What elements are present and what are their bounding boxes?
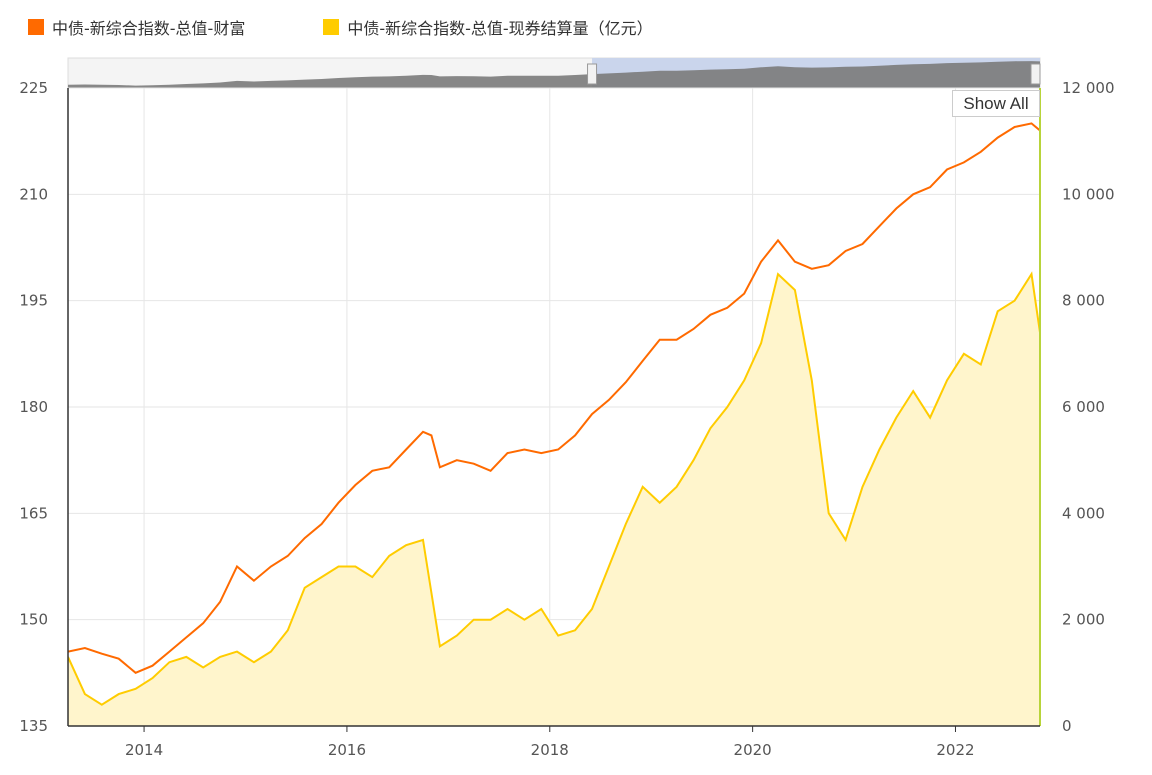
y-left-tick-label: 225 bbox=[19, 79, 48, 97]
y-left-tick-label: 135 bbox=[19, 717, 48, 735]
y-left-tick-label: 180 bbox=[19, 398, 48, 416]
y-left-tick-label: 210 bbox=[19, 185, 48, 203]
x-tick-label: 2014 bbox=[125, 741, 163, 759]
y-right-tick-label: 10 000 bbox=[1062, 185, 1115, 203]
x-tick-label: 2018 bbox=[531, 741, 569, 759]
y-left-tick-label: 165 bbox=[19, 504, 48, 522]
x-tick-label: 2022 bbox=[936, 741, 974, 759]
x-tick-label: 2016 bbox=[328, 741, 366, 759]
show-all-button[interactable]: Show All bbox=[952, 90, 1040, 117]
y-right-tick-label: 4 000 bbox=[1062, 504, 1105, 522]
y-left-tick-label: 150 bbox=[19, 611, 48, 629]
navigator-handle-left[interactable] bbox=[587, 63, 598, 85]
y-right-tick-label: 2 000 bbox=[1062, 611, 1105, 629]
y-right-tick-label: 0 bbox=[1062, 717, 1072, 735]
y-right-tick-label: 12 000 bbox=[1062, 79, 1115, 97]
navigator-handle-right[interactable] bbox=[1030, 63, 1041, 85]
y-right-tick-label: 6 000 bbox=[1062, 398, 1105, 416]
navigator[interactable] bbox=[67, 57, 1041, 89]
y-left-tick-label: 195 bbox=[19, 292, 48, 310]
x-tick-label: 2020 bbox=[734, 741, 772, 759]
series-volume-area bbox=[68, 274, 1040, 726]
y-right-tick-label: 8 000 bbox=[1062, 292, 1105, 310]
